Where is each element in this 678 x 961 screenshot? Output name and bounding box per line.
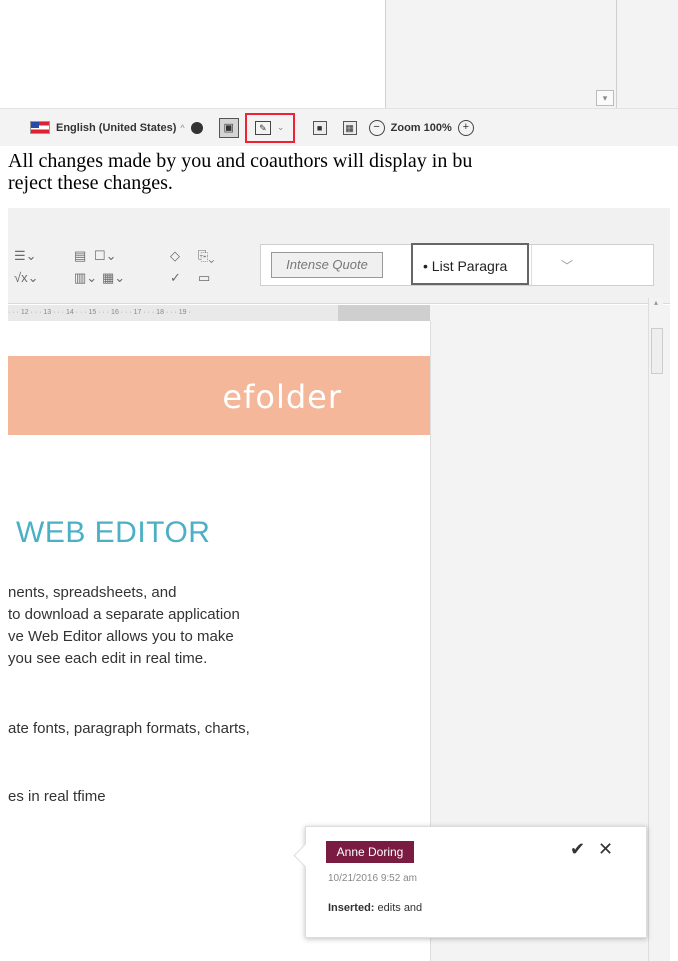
language-label: English (United States) (56, 121, 177, 134)
body-line: you see each edit in real time. (8, 650, 208, 667)
status-bar: English (United States) ^ ▣ ✎ ⌄ ■ ▦ − Zo… (0, 108, 678, 146)
language-selector[interactable]: English (United States) ^ (0, 121, 203, 134)
insert-shape-icon[interactable]: ☐⌄ (94, 248, 117, 264)
author-badge: Anne Doring (326, 841, 414, 863)
body-line: ve Web Editor allows you to make (8, 628, 234, 645)
change-callout[interactable]: Anne Doring 10/21/2016 9:52 am Inserted:… (293, 826, 647, 938)
body-line: to download a separate application (8, 606, 240, 623)
ribbon-toolbar: ☰⌄ √x⌄ ▤ ☐⌄ ▥⌄ ▦⌄ ◇ ⎘⌄ ✓ ▭ Intense Quote… (8, 208, 670, 304)
header-banner: efolder (8, 356, 430, 435)
style-list-paragraph[interactable]: • List Paragra (411, 243, 529, 285)
eraser-icon[interactable]: ◇ (170, 248, 180, 264)
line-spacing-icon[interactable]: ☰⌄ (14, 248, 37, 264)
track-changes-button[interactable]: ✎ ⌄ (244, 112, 295, 143)
accept-change-icon[interactable]: ✔ (570, 839, 585, 860)
change-timestamp: 10/21/2016 9:52 am (328, 873, 417, 884)
body-line: ate fonts, paragraph formats, charts, (8, 720, 250, 737)
track-changes-icon: ✎ (254, 120, 271, 135)
columns-icon[interactable]: ▦⌄ (102, 270, 125, 286)
change-description: Inserted: edits and (328, 902, 422, 914)
scroll-up-icon[interactable]: ▴ (649, 298, 663, 310)
chevron-down-icon[interactable]: ﹀ (561, 257, 573, 274)
instruction-text: All changes made by you and coauthors wi… (8, 150, 678, 194)
vertical-scrollbar[interactable]: ▴ (648, 298, 663, 961)
instruction-line-1: All changes made by you and coauthors wi… (8, 150, 473, 172)
page-icon: ▣ (223, 122, 234, 134)
change-type: Inserted: (328, 902, 375, 914)
ruler[interactable]: · · · 12 · · · 13 · · · 14 · · · 15 · · … (8, 305, 432, 321)
page-break-icon[interactable]: ▥⌄ (74, 270, 97, 286)
style-intense-quote[interactable]: Intense Quote (271, 252, 383, 278)
body-line: nents, spreadsheets, and (8, 584, 177, 601)
scroll-down-button[interactable]: ▾ (596, 90, 614, 106)
chevron-down-icon: ⌄ (276, 122, 285, 132)
zoom-level[interactable]: Zoom 100% (391, 122, 452, 134)
reject-change-icon[interactable]: ✕ (598, 839, 613, 860)
gallery-divider (531, 245, 532, 285)
read-mode-icon[interactable]: ■ (312, 120, 327, 135)
panel-divider (616, 0, 617, 108)
copy-style-icon[interactable]: ▭ (198, 270, 210, 286)
side-panel: ▾ (385, 0, 678, 108)
brush-icon[interactable]: ✓ (170, 270, 181, 286)
ruler-ticks: · · · 12 · · · 13 · · · 14 · · · 15 · · … (8, 309, 191, 316)
insert-table-icon[interactable]: ▤ (74, 248, 86, 264)
focus-mode-button[interactable]: ▣ (218, 117, 239, 138)
caret-up-icon: ^ (180, 122, 185, 133)
change-text: edits and (374, 902, 423, 914)
brand-logo: efolder (222, 378, 342, 416)
ruler-margin (338, 305, 432, 321)
scrollbar-thumb[interactable] (651, 328, 663, 374)
instruction-line-2: reject these changes. (8, 172, 173, 194)
zoom-in-icon[interactable]: + (457, 119, 474, 136)
paste-icon[interactable]: ⎘⌄ (198, 248, 215, 264)
styles-gallery: Intense Quote • List Paragra ﹀ (260, 243, 654, 286)
us-flag-icon (30, 121, 50, 134)
globe-icon[interactable] (190, 121, 203, 134)
zoom-out-icon[interactable]: − (368, 119, 385, 136)
page-title: WEB EDITOR (16, 516, 211, 549)
print-layout-icon[interactable]: ▦ (342, 120, 357, 135)
equation-icon[interactable]: √x⌄ (14, 270, 39, 286)
body-line: es in real tfime (8, 788, 106, 805)
top-screenshot: ▾ English (United States) ^ ▣ ✎ ⌄ ■ ▦ − … (0, 0, 678, 146)
